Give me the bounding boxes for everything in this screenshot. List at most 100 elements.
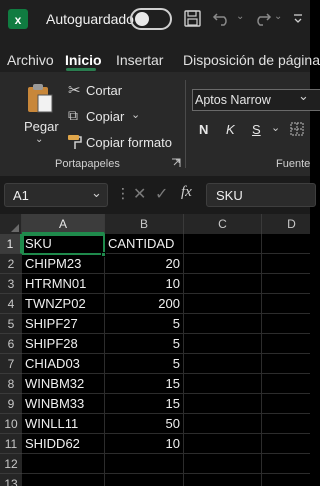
cell-b[interactable]: 15 [105, 394, 184, 414]
cell-d[interactable] [262, 354, 310, 374]
tab-disposicion-pagina[interactable]: Disposición de página [183, 52, 320, 68]
row-header[interactable]: 8 [0, 374, 22, 394]
font-name-dropdown-icon[interactable]: ⌄ [298, 88, 309, 104]
cell-d[interactable] [262, 234, 310, 254]
cell-a[interactable]: WINBM32 [22, 374, 105, 394]
cell-c[interactable] [184, 274, 262, 294]
tab-insertar[interactable]: Insertar [116, 52, 163, 68]
row-header[interactable]: 13 [0, 474, 22, 486]
row-header[interactable]: 12 [0, 454, 22, 474]
cell-d[interactable] [262, 374, 310, 394]
borders-icon[interactable] [290, 122, 304, 136]
underline-button[interactable]: S [252, 122, 261, 137]
format-painter-button[interactable]: Copiar formato [86, 135, 172, 150]
cell-a[interactable]: SKU [22, 234, 105, 254]
formula-input[interactable]: SKU [206, 183, 316, 207]
cell-a[interactable]: SHIPF27 [22, 314, 105, 334]
autosave-toggle[interactable] [130, 8, 172, 30]
save-icon[interactable] [184, 10, 201, 27]
cell-c[interactable] [184, 414, 262, 434]
cell-c[interactable] [184, 254, 262, 274]
column-header-d[interactable]: D [262, 214, 310, 234]
cell-b[interactable]: 20 [105, 254, 184, 274]
cell-c[interactable] [184, 374, 262, 394]
name-box[interactable]: A1 ⌄ [4, 183, 108, 207]
paste-button[interactable]: Pegar [24, 119, 59, 134]
insert-function-icon[interactable]: fx [181, 184, 192, 201]
row-header[interactable]: 4 [0, 294, 22, 314]
cell-b[interactable] [105, 454, 184, 474]
clipboard-dialog-launcher-icon[interactable] [171, 158, 181, 168]
cell-a[interactable]: HTRMN01 [22, 274, 105, 294]
cell-c[interactable] [184, 454, 262, 474]
cell-a[interactable]: WINBM33 [22, 394, 105, 414]
cell-d[interactable] [262, 394, 310, 414]
column-header-a[interactable]: A [22, 214, 105, 234]
cell-b[interactable]: 50 [105, 414, 184, 434]
cell-d[interactable] [262, 474, 310, 486]
cell-c[interactable] [184, 234, 262, 254]
cell-d[interactable] [262, 434, 310, 454]
cell-a[interactable]: CHIPM23 [22, 254, 105, 274]
column-header-c[interactable]: C [184, 214, 262, 234]
cell-d[interactable] [262, 314, 310, 334]
cell-d[interactable] [262, 254, 310, 274]
undo-icon[interactable] [212, 10, 232, 26]
paste-dropdown-icon[interactable]: ⌄ [35, 134, 43, 145]
row-header[interactable]: 10 [0, 414, 22, 434]
select-all-corner[interactable] [0, 214, 22, 234]
cell-a[interactable]: TWNZP02 [22, 294, 105, 314]
row-header[interactable]: 6 [0, 334, 22, 354]
cell-b[interactable]: 200 [105, 294, 184, 314]
cell-b[interactable]: 5 [105, 334, 184, 354]
cell-a[interactable]: SHIDD62 [22, 434, 105, 454]
italic-button[interactable]: K [226, 122, 235, 137]
copy-button[interactable]: Copiar [86, 109, 124, 124]
cancel-entry-icon[interactable]: ✕ [133, 184, 146, 204]
cell-a[interactable] [22, 474, 105, 486]
underline-dropdown-icon[interactable]: ⌄ [271, 121, 280, 134]
row-header[interactable]: 5 [0, 314, 22, 334]
row-header[interactable]: 11 [0, 434, 22, 454]
row-header[interactable]: 3 [0, 274, 22, 294]
cell-b[interactable]: 10 [105, 274, 184, 294]
cell-c[interactable] [184, 314, 262, 334]
cell-a[interactable]: CHIAD03 [22, 354, 105, 374]
row-header[interactable]: 7 [0, 354, 22, 374]
cell-b[interactable]: 5 [105, 314, 184, 334]
cell-c[interactable] [184, 394, 262, 414]
row-header[interactable]: 9 [0, 394, 22, 414]
cell-a[interactable] [22, 454, 105, 474]
undo-dropdown-icon[interactable]: ⌄ [236, 11, 244, 22]
cell-c[interactable] [184, 354, 262, 374]
cell-d[interactable] [262, 334, 310, 354]
redo-icon[interactable] [252, 10, 272, 26]
confirm-entry-icon[interactable]: ✓ [155, 184, 168, 204]
cell-c[interactable] [184, 334, 262, 354]
customize-toolbar-icon[interactable] [293, 13, 303, 25]
cell-b[interactable]: 10 [105, 434, 184, 454]
column-header-b[interactable]: B [105, 214, 184, 234]
fill-handle[interactable] [101, 252, 106, 257]
tab-archivo[interactable]: Archivo [7, 52, 54, 68]
cell-b[interactable]: 5 [105, 354, 184, 374]
cell-d[interactable] [262, 274, 310, 294]
spreadsheet-grid[interactable]: ABCD 1 SKU CANTIDAD 2 CHIPM23 20 3 HTRMN01 10 4 TW… [0, 214, 310, 486]
bold-button[interactable]: N [199, 122, 208, 137]
cell-d[interactable] [262, 294, 310, 314]
cell-c[interactable] [184, 474, 262, 486]
cell-c[interactable] [184, 294, 262, 314]
cell-b[interactable]: CANTIDAD [105, 234, 184, 254]
copy-dropdown-icon[interactable]: ⌄ [131, 108, 140, 121]
name-box-dropdown-icon[interactable]: ⌄ [91, 185, 102, 201]
tab-inicio[interactable]: Inicio [65, 52, 102, 68]
cell-b[interactable]: 15 [105, 374, 184, 394]
cell-a[interactable]: WINLL11 [22, 414, 105, 434]
row-header[interactable]: 2 [0, 254, 22, 274]
redo-dropdown-icon[interactable]: ⌄ [274, 11, 282, 22]
cell-a[interactable]: SHIPF28 [22, 334, 105, 354]
cell-d[interactable] [262, 414, 310, 434]
paste-icon[interactable] [25, 82, 55, 114]
cut-button[interactable]: Cortar [86, 83, 122, 98]
cell-b[interactable] [105, 474, 184, 486]
